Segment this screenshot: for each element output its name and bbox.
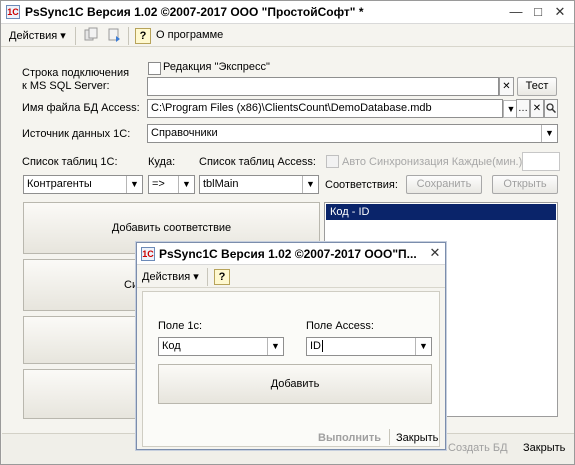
chevron-down-icon[interactable]: ▼ bbox=[267, 338, 283, 355]
test-button[interactable]: Тест bbox=[517, 77, 557, 96]
access-file-label: Имя файла БД Access: bbox=[22, 102, 140, 114]
clear-icon[interactable]: ✕ bbox=[530, 99, 544, 118]
table-1c-select[interactable]: Контрагенты bbox=[23, 175, 143, 194]
dialog-body: Поле 1с: Поле Access: Код ▼ ID ▼ Добавит… bbox=[142, 291, 440, 447]
close-main-button[interactable]: Закрыть bbox=[523, 442, 565, 454]
chevron-down-icon[interactable]: ▼ bbox=[415, 338, 431, 355]
table-access-select[interactable]: tblMain bbox=[199, 175, 319, 194]
copy-icon[interactable] bbox=[83, 27, 99, 43]
title-bar: 1С PsSync1C Версия 1.02 ©2007-2017 ООО "… bbox=[1, 1, 574, 24]
dialog-toolbar: Действия ▾ ? bbox=[137, 266, 445, 288]
conn-string-label-1: Строка подключения bbox=[22, 67, 130, 79]
field-access-value: ID bbox=[310, 340, 321, 352]
source-1c-select[interactable]: Справочники bbox=[147, 124, 558, 143]
create-db-button[interactable]: Создать БД bbox=[448, 442, 508, 454]
maximize-button[interactable]: □ bbox=[529, 4, 547, 22]
toolbar-separator bbox=[75, 27, 76, 45]
source-1c-value: Справочники bbox=[151, 127, 218, 139]
chevron-down-icon: ▾ bbox=[193, 271, 199, 283]
execute-button[interactable]: Выполнить bbox=[318, 432, 381, 444]
open-button[interactable]: Открыть bbox=[492, 175, 558, 194]
dialog-title-bar: 1С PsSync1C Версия 1.02 ©2007-2017 ООО"П… bbox=[137, 243, 445, 265]
express-checkbox[interactable] bbox=[148, 62, 161, 75]
actions-menu-label: Действия bbox=[142, 271, 191, 283]
refresh-icon[interactable] bbox=[107, 27, 123, 43]
express-label: Редакция "Экспресс" bbox=[163, 61, 270, 73]
chevron-down-icon[interactable]: ▼ bbox=[178, 176, 194, 193]
dialog-title: PsSync1C Версия 1.02 ©2007-2017 ООО"П... bbox=[159, 247, 417, 261]
chevron-down-icon: ▾ bbox=[60, 30, 66, 42]
where-label: Куда: bbox=[148, 156, 176, 168]
arrow-value: => bbox=[152, 178, 165, 190]
dialog-actions-menu[interactable]: Действия ▾ bbox=[142, 270, 199, 283]
dialog-close-button[interactable]: Закрыть bbox=[396, 432, 438, 444]
about-menu[interactable]: О программе bbox=[156, 29, 223, 41]
app-icon: 1С bbox=[6, 5, 20, 19]
search-icon[interactable] bbox=[544, 99, 558, 118]
tables-1c-label: Список таблиц 1С: bbox=[22, 156, 118, 168]
table-1c-value: Контрагенты bbox=[27, 178, 92, 190]
close-button[interactable]: ✕ bbox=[551, 4, 569, 22]
conn-string-input[interactable] bbox=[147, 77, 499, 96]
field-access-select[interactable]: ID bbox=[306, 337, 432, 356]
actions-menu[interactable]: Действия ▾ bbox=[9, 29, 66, 42]
window-title: PsSync1C Версия 1.02 ©2007-2017 ООО "Про… bbox=[25, 5, 364, 19]
main-toolbar: Действия ▾ ? О программе bbox=[1, 25, 574, 47]
clear-icon[interactable]: ✕ bbox=[499, 77, 514, 96]
field-1c-select[interactable]: Код bbox=[158, 337, 284, 356]
source-1c-label: Источник данных 1С: bbox=[22, 128, 131, 140]
toolbar-separator bbox=[207, 268, 208, 286]
app-icon: 1С bbox=[141, 247, 155, 261]
field-access-label: Поле Access: bbox=[306, 320, 374, 332]
access-file-input[interactable]: C:\Program Files (x86)\ClientsCount\Demo… bbox=[147, 99, 503, 118]
list-item[interactable]: Код - ID bbox=[326, 204, 556, 220]
table-access-value: tblMain bbox=[203, 178, 239, 190]
help-button[interactable]: ? bbox=[214, 269, 230, 285]
chevron-down-icon[interactable]: ▼ bbox=[126, 176, 142, 193]
chevron-down-icon[interactable]: ▼ bbox=[541, 125, 557, 142]
toolbar-separator bbox=[389, 429, 390, 445]
conn-string-label-2: к MS SQL Server: bbox=[22, 80, 110, 92]
close-button[interactable]: ✕ bbox=[426, 245, 444, 263]
field-1c-value: Код bbox=[162, 340, 181, 352]
minimize-button[interactable]: — bbox=[507, 4, 525, 22]
ellipsis-button[interactable]: … bbox=[516, 99, 530, 118]
toolbar-separator bbox=[128, 27, 129, 45]
save-button[interactable]: Сохранить bbox=[406, 175, 482, 194]
tables-access-label: Список таблиц Access: bbox=[199, 156, 316, 168]
autosync-minutes-input[interactable] bbox=[522, 152, 560, 171]
chevron-down-icon[interactable]: ▼ bbox=[302, 176, 318, 193]
field-1c-label: Поле 1с: bbox=[158, 320, 203, 332]
help-button[interactable]: ? bbox=[135, 28, 151, 44]
dialog-add-button[interactable]: Добавить bbox=[158, 364, 432, 404]
matches-label: Соответствия: bbox=[325, 179, 398, 191]
autosync-label: Авто Синхронизация Каждые(мин.) bbox=[342, 156, 523, 168]
autosync-checkbox[interactable] bbox=[326, 155, 339, 168]
add-match-dialog: 1С PsSync1C Версия 1.02 ©2007-2017 ООО"П… bbox=[136, 242, 446, 450]
actions-menu-label: Действия bbox=[9, 30, 58, 42]
